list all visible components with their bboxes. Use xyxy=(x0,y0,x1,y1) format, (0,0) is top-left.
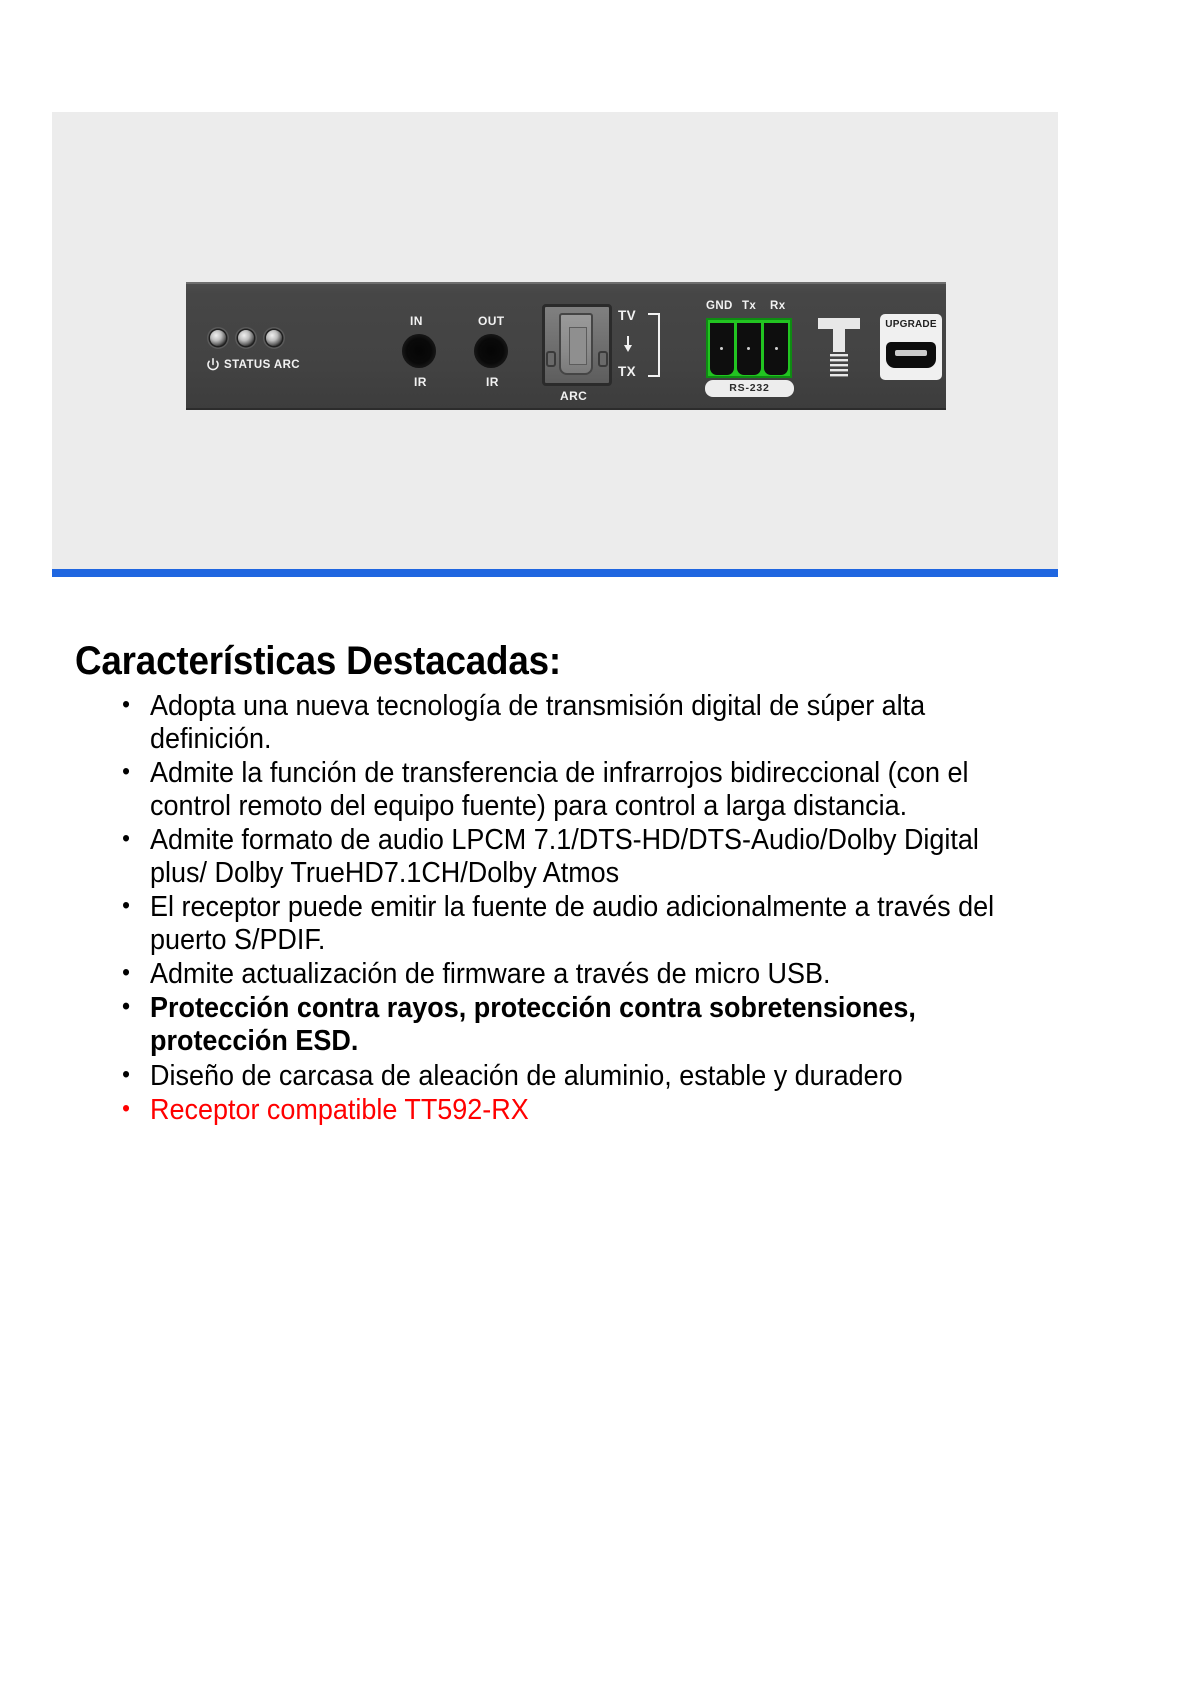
rs232-tag-label: RS-232 xyxy=(705,380,794,397)
power-led xyxy=(210,330,226,346)
product-image-block: STATUS ARC IN OUT IR IR ARC TV TX GND Tx… xyxy=(52,112,1058,569)
rs232-terminal-gnd xyxy=(709,323,734,375)
ir-in-jack xyxy=(402,334,436,368)
feature-list-item: Protección contra rayos, protección cont… xyxy=(122,991,1043,1058)
ir-out-label: OUT xyxy=(478,314,505,328)
page-title: Características Destacadas: xyxy=(75,638,562,683)
direction-bracket xyxy=(648,313,660,377)
optical-arc-port-inner xyxy=(559,313,593,375)
feature-list-item: Admite la función de transferencia de in… xyxy=(122,756,1043,823)
rs232-terminal-tx xyxy=(736,323,762,375)
ir-out-sub-label: IR xyxy=(486,375,499,389)
device-rear-panel: STATUS ARC IN OUT IR IR ARC TV TX GND Tx… xyxy=(186,282,946,410)
accent-divider-bar xyxy=(52,569,1058,577)
arrow-down-icon xyxy=(623,336,633,352)
feature-list-item: Adopta una nueva tecnología de transmisi… xyxy=(122,689,1043,756)
ir-out-jack xyxy=(474,334,508,368)
ir-in-label: IN xyxy=(410,314,423,328)
feature-list-item: Receptor compatible TT592-RX xyxy=(122,1093,1043,1127)
feature-list-item: El receptor puede emitir la fuente de au… xyxy=(122,890,1043,957)
tv-label: TV xyxy=(618,308,637,323)
micro-usb-icon xyxy=(886,342,936,368)
rs232-gnd-label: GND xyxy=(706,300,733,312)
rs232-rx-label: Rx xyxy=(770,300,786,312)
tx-label: TX xyxy=(618,364,637,379)
tv-tx-direction-group: TV TX xyxy=(618,308,676,380)
ground-screw-icon xyxy=(814,318,864,382)
optical-arc-port-slot xyxy=(569,327,587,365)
rs232-terminal-rx xyxy=(764,323,789,375)
feature-list-item: Admite actualización de firmware a travé… xyxy=(122,957,1043,991)
rs232-terminal-block xyxy=(706,318,792,378)
feature-list-item: Admite formato de audio LPCM 7.1/DTS-HD/… xyxy=(122,823,1043,890)
features-list: Adopta una nueva tecnología de transmisi… xyxy=(108,689,1110,1128)
feature-list-item: Diseño de carcasa de aleación de alumini… xyxy=(122,1059,1043,1093)
status-arc-label: STATUS ARC xyxy=(224,359,300,371)
upgrade-label: UPGRADE xyxy=(885,319,937,330)
optical-port-label: ARC xyxy=(560,389,588,403)
optical-arc-port xyxy=(542,304,612,386)
status-led xyxy=(238,330,254,346)
arc-led xyxy=(266,330,282,346)
ir-in-sub-label: IR xyxy=(414,375,427,389)
optical-arc-port-tab-left xyxy=(546,351,556,367)
rs232-tx-label: Tx xyxy=(742,300,757,312)
power-icon xyxy=(206,358,220,372)
optical-arc-port-tab-right xyxy=(598,351,608,367)
